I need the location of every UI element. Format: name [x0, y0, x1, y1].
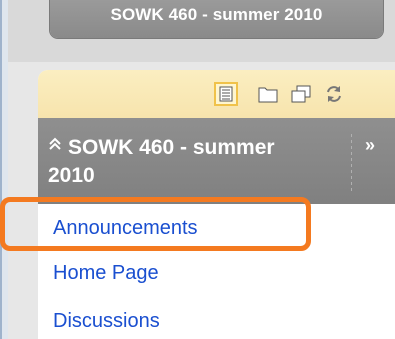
course-menu-title-text: SOWK 460 - summer 2010 — [48, 136, 275, 187]
left-frame-border — [0, 0, 8, 339]
expand-menu-icon[interactable]: » — [365, 135, 375, 156]
menu-header-divider — [351, 134, 352, 194]
refresh-icon[interactable] — [322, 82, 346, 106]
course-banner-area: SOWK 460 - summer 2010 — [8, 0, 395, 62]
folder-view-icon[interactable] — [256, 82, 280, 106]
new-window-icon[interactable] — [289, 82, 313, 106]
course-menu-header: SOWK 460 - summer 2010 » — [38, 118, 395, 204]
menu-item-home-page[interactable]: Home Page — [53, 261, 159, 285]
course-title-tab[interactable]: SOWK 460 - summer 2010 — [50, 0, 383, 38]
menu-item-discussions[interactable]: Discussions — [53, 309, 160, 333]
announcements-highlight-box — [0, 197, 311, 251]
course-menu-title[interactable]: SOWK 460 - summer 2010 — [48, 132, 318, 190]
list-view-icon[interactable] — [214, 82, 238, 106]
course-title: SOWK 460 - summer 2010 — [110, 5, 323, 24]
collapse-icon[interactable] — [48, 132, 68, 160]
course-menu-toolbar — [38, 70, 395, 118]
